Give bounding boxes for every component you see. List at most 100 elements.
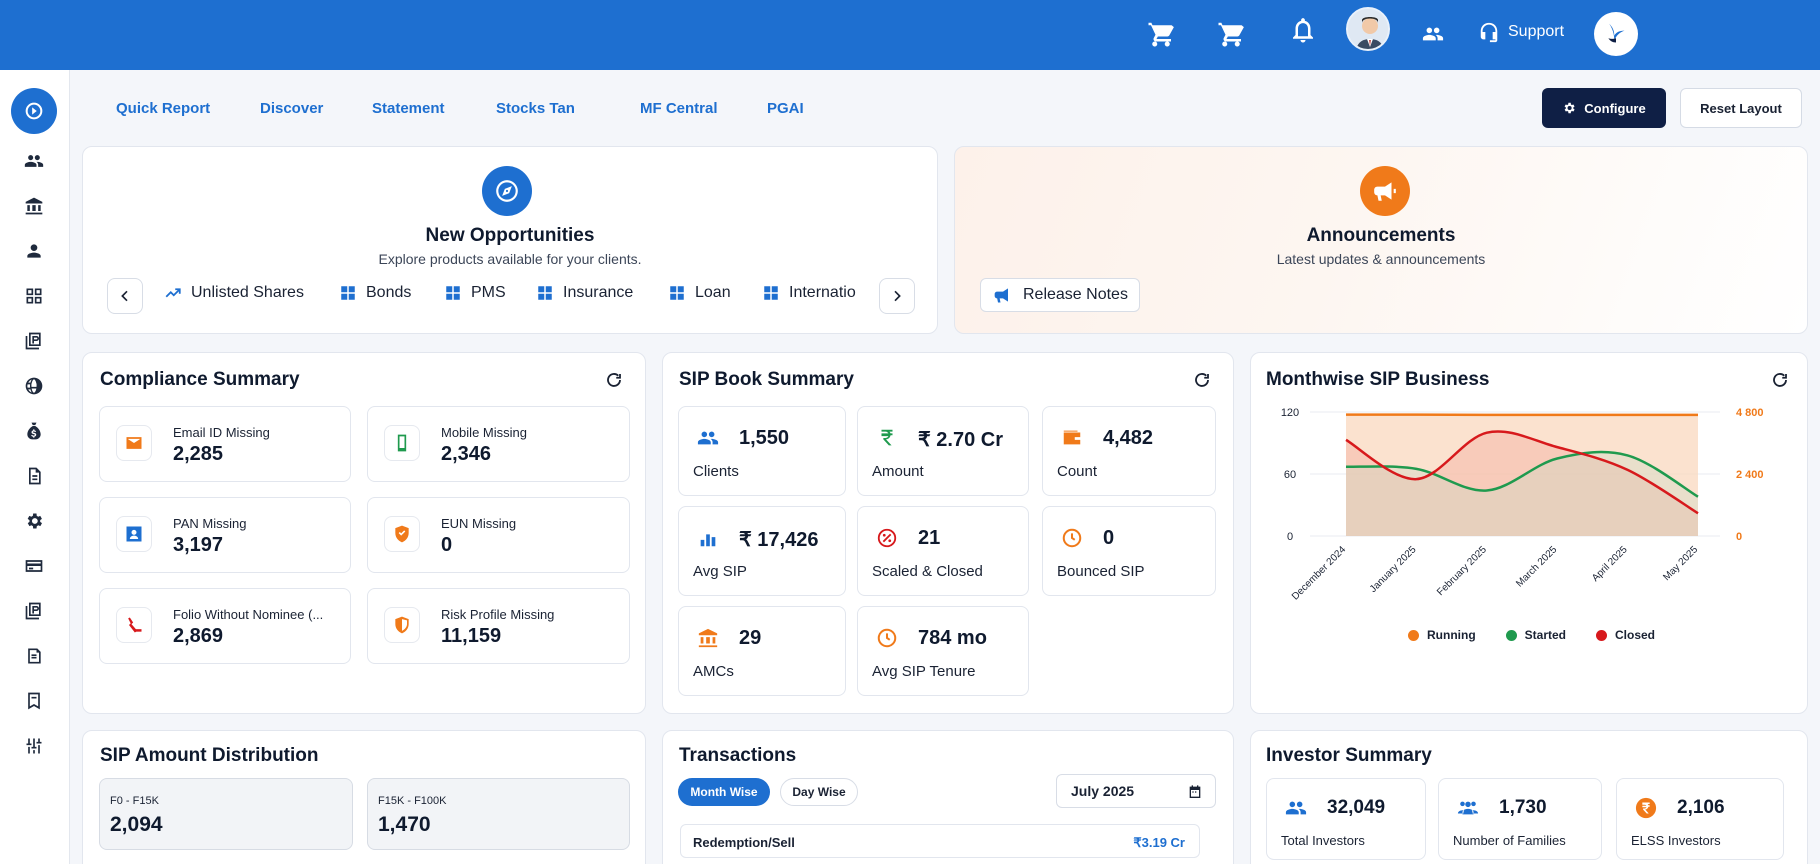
chart-legend: Running Started Closed [1408, 628, 1655, 642]
sidebar-grid-icon[interactable] [21, 283, 47, 309]
scroll-right-button[interactable] [879, 278, 915, 314]
tab-pgai[interactable]: PGAI [767, 100, 804, 117]
x-axis-tick: March 2025 [1514, 544, 1559, 589]
scroll-left-button[interactable] [107, 278, 143, 314]
month-wise-toggle[interactable]: Month Wise [678, 778, 770, 806]
megaphone-icon [994, 288, 1008, 303]
sidebar-clients-icon[interactable] [21, 148, 47, 174]
cart-icon[interactable] [1141, 14, 1181, 54]
item-label: Email ID Missing [173, 425, 270, 440]
month-picker[interactable]: July 2025 [1056, 774, 1216, 808]
chevron-right-icon [894, 290, 901, 302]
brand-logo[interactable] [1594, 12, 1638, 56]
sidebar-portfolio-icon[interactable] [21, 598, 47, 624]
distribution-item[interactable]: F15K - F100K 1,470 [367, 778, 630, 850]
day-wise-toggle[interactable]: Day Wise [780, 778, 858, 806]
support-label: Support [1508, 23, 1565, 40]
stat-value: 2,106 [1677, 797, 1725, 818]
chip-label: Internatio [789, 284, 856, 301]
chevron-left-icon [121, 290, 128, 302]
sidebar-settings-icon[interactable] [21, 508, 47, 534]
legend-label: Started [1524, 628, 1566, 642]
item-value: 2,346 [441, 443, 492, 465]
chip-pms[interactable]: PMS [444, 284, 506, 302]
chip-international[interactable]: Internatio [762, 284, 860, 302]
release-notes-label: Release Notes [1023, 286, 1128, 303]
stat-value: 32,049 [1327, 797, 1386, 818]
sip-stat[interactable]: 1,550 Clients [678, 406, 846, 496]
calendar-icon [1189, 785, 1201, 798]
rupee-icon [1631, 793, 1661, 823]
transaction-row[interactable]: Redemption/Sell ₹3.19 Cr [680, 824, 1200, 858]
refresh-icon[interactable] [1193, 371, 1213, 391]
configure-button[interactable]: Configure [1542, 88, 1666, 128]
sidebar-globe-icon[interactable] [21, 373, 47, 399]
investor-stat[interactable]: 1,730 Number of Families [1438, 778, 1602, 860]
sidebar-bookmark-icon[interactable] [21, 688, 47, 714]
sip-stat[interactable]: 4,482 Count [1042, 406, 1216, 496]
sidebar-sliders-icon[interactable] [21, 733, 47, 759]
legend-label: Closed [1615, 628, 1656, 642]
chip-bonds[interactable]: Bonds [339, 284, 411, 302]
distribution-item[interactable]: F0 - F15K 2,094 [99, 778, 353, 850]
sidebar-portfolio-icon[interactable] [21, 328, 47, 354]
sip-stat[interactable]: ₹ 2.70 Cr Amount [857, 406, 1029, 496]
bell-icon[interactable] [1283, 10, 1323, 50]
reset-layout-button[interactable]: Reset Layout [1680, 88, 1802, 128]
sip-stat[interactable]: 0 Bounced SIP [1042, 506, 1216, 596]
tab-quick-report[interactable]: Quick Report [116, 100, 210, 117]
shield-icon [384, 516, 420, 552]
x-axis-tick: February 2025 [1435, 544, 1489, 598]
sip-stat[interactable]: 21 Scaled & Closed [857, 506, 1029, 596]
legend-item: Started [1505, 628, 1566, 642]
users-icon[interactable] [1413, 14, 1453, 54]
sip-stat[interactable]: 29 AMCs [678, 606, 846, 696]
compliance-item[interactable]: Folio Without Nominee (... 2,869 [99, 588, 351, 664]
sidebar-card-icon[interactable] [21, 553, 47, 579]
stat-value: 1,550 [739, 427, 790, 449]
wallet-icon [1057, 423, 1087, 453]
megaphone-icon [1360, 166, 1410, 216]
stat-value: 21 [918, 527, 941, 549]
chip-insurance[interactable]: Insurance [536, 284, 633, 302]
support-link[interactable]: Support [1478, 21, 1564, 43]
investor-stat[interactable]: 32,049 Total Investors [1266, 778, 1426, 860]
compliance-item[interactable]: Email ID Missing 2,285 [99, 406, 351, 482]
stat-label: Total Investors [1281, 833, 1365, 848]
sidebar-money-bag-icon[interactable] [21, 418, 47, 444]
chip-label: Loan [695, 284, 731, 301]
sidebar-user-icon[interactable] [21, 238, 47, 264]
dist-value: 2,094 [110, 813, 163, 836]
compliance-item[interactable]: Risk Profile Missing 11,159 [367, 588, 630, 664]
release-notes-button[interactable]: Release Notes [980, 278, 1140, 312]
refresh-icon[interactable] [1771, 371, 1791, 391]
sidebar-document-icon[interactable] [21, 463, 47, 489]
dashboard-home-icon[interactable] [11, 88, 57, 134]
headset-icon [1480, 22, 1498, 43]
sip-stat[interactable]: 784 mo Avg SIP Tenure [857, 606, 1029, 696]
tab-mf-central[interactable]: MF Central [640, 100, 718, 117]
investor-stat[interactable]: 2,106 ELSS Investors [1616, 778, 1784, 860]
chip-unlisted-shares[interactable]: Unlisted Shares [164, 284, 304, 302]
compliance-item[interactable]: Mobile Missing 2,346 [367, 406, 630, 482]
x-axis-tick: December 2024 [1290, 544, 1348, 602]
compliance-item[interactable]: EUN Missing 0 [367, 497, 630, 573]
right-axis-tick: 4 800 [1736, 407, 1764, 419]
tab-stocks-tan[interactable]: Stocks Tan [496, 100, 575, 117]
sip-stat[interactable]: ₹ 17,426 Avg SIP [678, 506, 846, 596]
avatar[interactable] [1346, 7, 1390, 51]
tab-statement[interactable]: Statement [372, 100, 445, 117]
chip-loan[interactable]: Loan [668, 284, 731, 302]
sidebar-report-icon[interactable] [21, 643, 47, 669]
grid-icon [764, 286, 778, 300]
tab-discover[interactable]: Discover [260, 100, 323, 117]
compliance-item[interactable]: PAN Missing 3,197 [99, 497, 351, 573]
left-axis-tick: 0 [1287, 531, 1293, 543]
chip-label: Bonds [366, 284, 412, 301]
sidebar [0, 70, 70, 864]
dist-label: F0 - F15K [110, 795, 159, 807]
sidebar-bank-icon[interactable] [21, 193, 47, 219]
item-value: 2,869 [173, 625, 224, 647]
refresh-icon[interactable] [605, 371, 625, 391]
cart-icon[interactable] [1211, 14, 1251, 54]
